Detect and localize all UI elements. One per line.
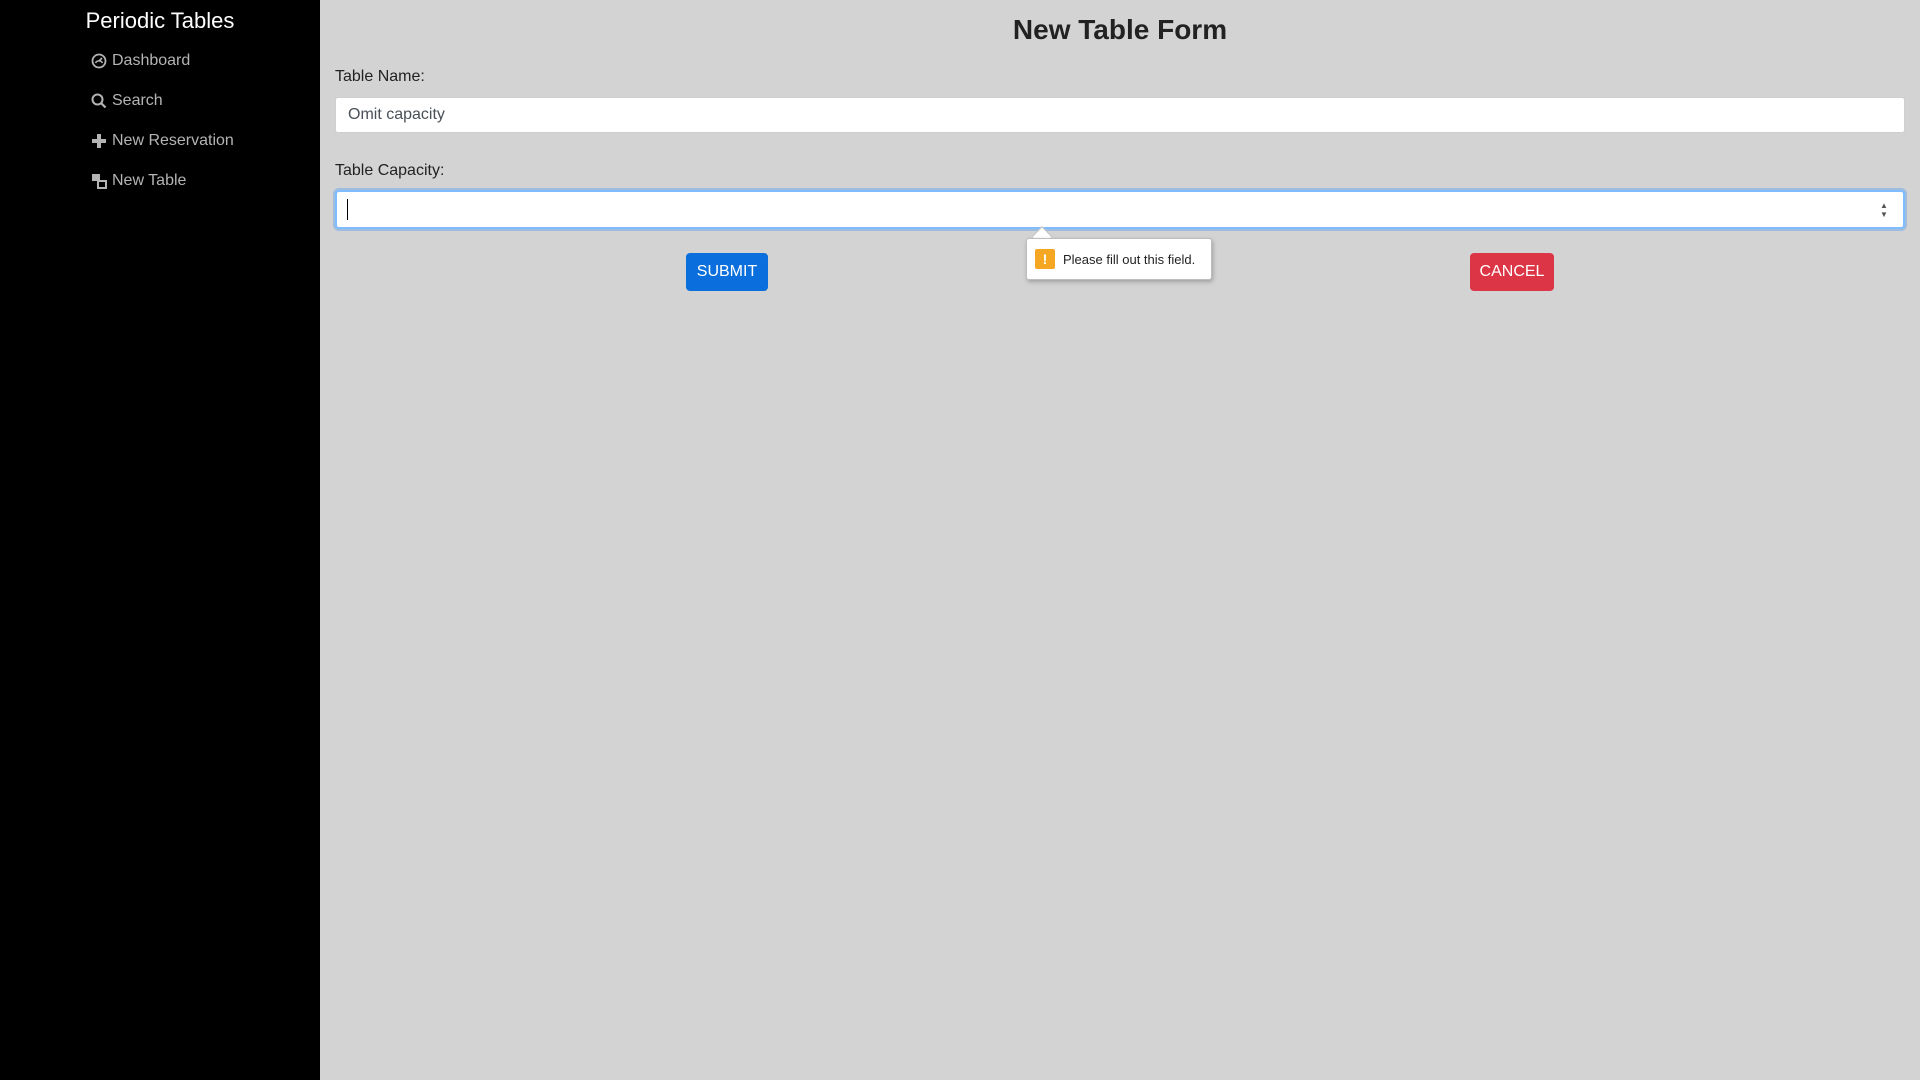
submit-button[interactable]: SUBMIT <box>686 253 768 291</box>
app-brand[interactable]: Periodic Tables <box>0 8 320 34</box>
validation-message: Please fill out this field. <box>1063 251 1196 267</box>
table-capacity-label: Table Capacity: <box>335 162 445 179</box>
table-name-input[interactable] <box>335 97 1905 133</box>
validation-tooltip: ! Please fill out this field. <box>1026 238 1212 280</box>
sidebar-item-search[interactable]: Search <box>90 89 163 113</box>
sidebar: Periodic Tables Dashboard Search New Res… <box>0 0 320 1080</box>
cancel-button[interactable]: CANCEL <box>1470 253 1554 291</box>
sidebar-item-label: New Table <box>112 172 187 189</box>
number-spinner[interactable]: ▲ ▼ <box>1877 200 1891 220</box>
sidebar-item-label: Dashboard <box>112 52 191 69</box>
warning-icon: ! <box>1035 249 1055 269</box>
table-capacity-input[interactable] <box>335 190 1905 229</box>
table-icon <box>90 172 108 190</box>
dashboard-icon <box>90 52 108 70</box>
spin-up-icon[interactable]: ▲ <box>1880 201 1888 210</box>
search-icon <box>90 92 108 110</box>
text-caret <box>347 199 348 220</box>
plus-icon <box>90 132 108 150</box>
spin-down-icon[interactable]: ▼ <box>1880 210 1888 219</box>
sidebar-item-label: New Reservation <box>112 132 234 149</box>
sidebar-item-new-reservation[interactable]: New Reservation <box>90 129 234 153</box>
sidebar-item-dashboard[interactable]: Dashboard <box>90 49 190 73</box>
sidebar-item-new-table[interactable]: New Table <box>90 169 186 193</box>
table-name-label: Table Name: <box>335 68 425 85</box>
sidebar-item-label: Search <box>112 92 163 109</box>
page-title: New Table Form <box>1012 14 1228 45</box>
